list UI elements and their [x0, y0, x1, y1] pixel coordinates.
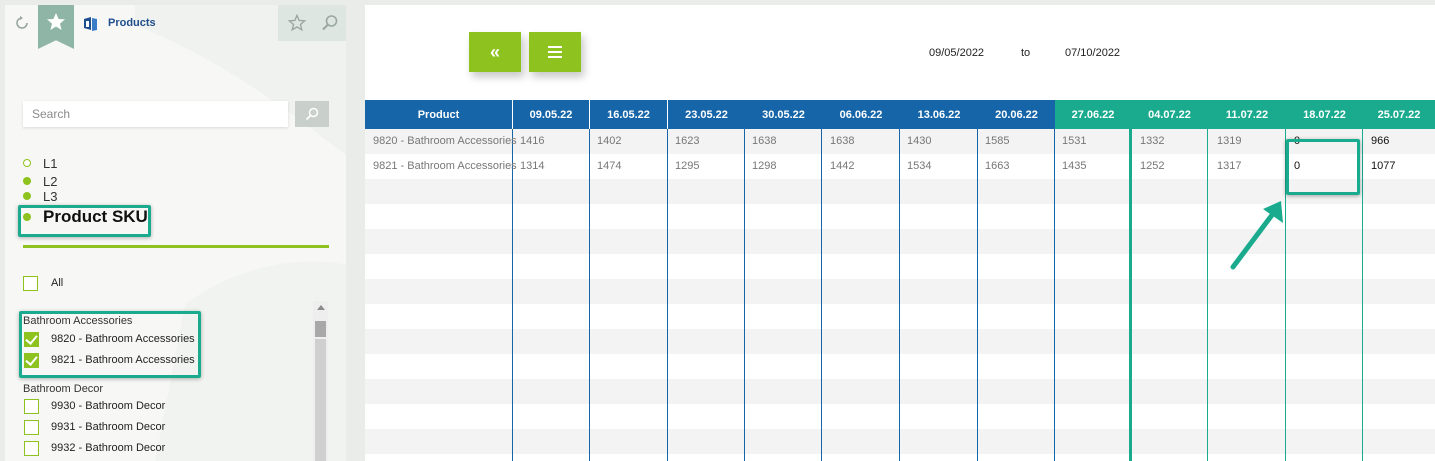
group-label: Bathroom Decor [23, 383, 104, 395]
main-panel: « 09/05/2022 to 07/10/2022 Product 09.05… [365, 5, 1435, 461]
level-option-l2[interactable]: L2 [23, 173, 57, 189]
item-checkbox[interactable] [24, 441, 39, 456]
app-title: Products [108, 17, 156, 29]
select-all-label: All [51, 277, 64, 289]
item-label: 9931 - Bathroom Decor [51, 421, 166, 433]
annotation-highlight-box [19, 311, 201, 378]
item-label: 9930 - Bathroom Decor [51, 400, 166, 412]
annotation-highlight-box [18, 205, 151, 237]
value-cell[interactable]: 1295 [675, 160, 699, 172]
value-cell[interactable]: 1663 [985, 160, 1009, 172]
column-header-week[interactable]: 25.07.22 [1363, 100, 1435, 129]
value-cell[interactable]: 1332 [1140, 135, 1164, 147]
menu-icon [548, 45, 562, 58]
column-header-week[interactable]: 16.05.22 [590, 100, 667, 129]
products-icon [84, 17, 97, 31]
column-header-product[interactable]: Product [365, 100, 512, 129]
search-button[interactable] [295, 101, 329, 127]
column-header-week[interactable]: 13.06.22 [900, 100, 978, 129]
scroll-up-icon[interactable] [317, 305, 325, 310]
menu-button[interactable] [529, 32, 581, 72]
value-cell[interactable]: 1623 [675, 135, 699, 147]
value-cell[interactable]: 1077 [1371, 160, 1395, 172]
search-icon [305, 107, 319, 121]
scroll-thumb[interactable] [315, 321, 326, 337]
search-input[interactable] [23, 101, 288, 127]
column-header-week[interactable]: 06.06.22 [822, 100, 900, 129]
item-checkbox[interactable] [24, 399, 39, 414]
search-icon[interactable] [321, 14, 339, 32]
filter-panel: Products L1 L2 L3 Product SKU [5, 5, 346, 461]
value-cell[interactable]: 1319 [1217, 135, 1241, 147]
value-cell[interactable]: 1474 [597, 160, 621, 172]
value-cell[interactable]: 1430 [907, 135, 931, 147]
value-cell[interactable]: 1402 [597, 135, 621, 147]
select-all-checkbox[interactable] [23, 276, 38, 291]
date-from[interactable]: 09/05/2022 [929, 47, 984, 59]
level-label: L2 [43, 173, 58, 189]
date-to[interactable]: 07/10/2022 [1065, 47, 1120, 59]
level-label: L3 [43, 191, 58, 201]
radio-indicator [23, 177, 31, 185]
annotation-arrow-icon [1230, 201, 1283, 270]
column-header-week[interactable]: 20.06.22 [978, 100, 1055, 129]
product-cell[interactable]: 9821 - Bathroom Accessories [373, 160, 517, 172]
value-cell[interactable]: 1638 [830, 135, 854, 147]
column-header-week[interactable]: 18.07.22 [1286, 100, 1363, 129]
item-checkbox[interactable] [24, 420, 39, 435]
value-cell[interactable]: 1534 [907, 160, 931, 172]
refresh-icon[interactable] [15, 16, 29, 30]
radio-indicator [23, 192, 31, 200]
filter-scrollbar[interactable] [313, 301, 328, 461]
collapse-button[interactable]: « [469, 32, 521, 72]
column-header-week[interactable]: 23.05.22 [668, 100, 745, 129]
value-cell[interactable]: 1585 [985, 135, 1009, 147]
product-cell[interactable]: 9820 - Bathroom Accessories [373, 135, 517, 147]
level-label: L1 [43, 155, 58, 171]
value-cell[interactable]: 1416 [520, 135, 544, 147]
star-icon [47, 13, 65, 30]
value-cell[interactable]: 1298 [752, 160, 776, 172]
radio-indicator [23, 159, 31, 167]
item-label: 9932 - Bathroom Decor [51, 442, 166, 454]
value-cell[interactable]: 1252 [1140, 160, 1164, 172]
divider [23, 245, 329, 248]
value-cell[interactable]: 1435 [1062, 160, 1086, 172]
column-header-week[interactable]: 11.07.22 [1208, 100, 1286, 129]
date-to-label: to [1021, 47, 1031, 59]
value-cell[interactable]: 1638 [752, 135, 776, 147]
star-outline-icon[interactable] [288, 14, 306, 32]
level-option-l1[interactable]: L1 [23, 155, 57, 171]
data-grid: Product 09.05.22 16.05.22 23.05.22 30.05… [365, 100, 1435, 461]
annotation-highlight-box [1286, 139, 1360, 195]
collapse-icon: « [489, 42, 500, 62]
value-cell[interactable]: 966 [1371, 135, 1389, 147]
value-cell[interactable]: 1314 [520, 160, 544, 172]
level-option-l3[interactable]: L3 [23, 191, 57, 201]
column-header-week[interactable]: 30.05.22 [745, 100, 822, 129]
value-cell[interactable]: 1531 [1062, 135, 1086, 147]
scroll-track [315, 339, 326, 461]
column-header-week[interactable]: 09.05.22 [513, 100, 589, 129]
column-header-week[interactable]: 27.06.22 [1055, 100, 1131, 129]
column-header-week[interactable]: 04.07.22 [1131, 100, 1208, 129]
value-cell[interactable]: 1317 [1217, 160, 1241, 172]
value-cell[interactable]: 1442 [830, 160, 854, 172]
search-field [23, 101, 288, 127]
panel-header: Products [5, 5, 346, 49]
